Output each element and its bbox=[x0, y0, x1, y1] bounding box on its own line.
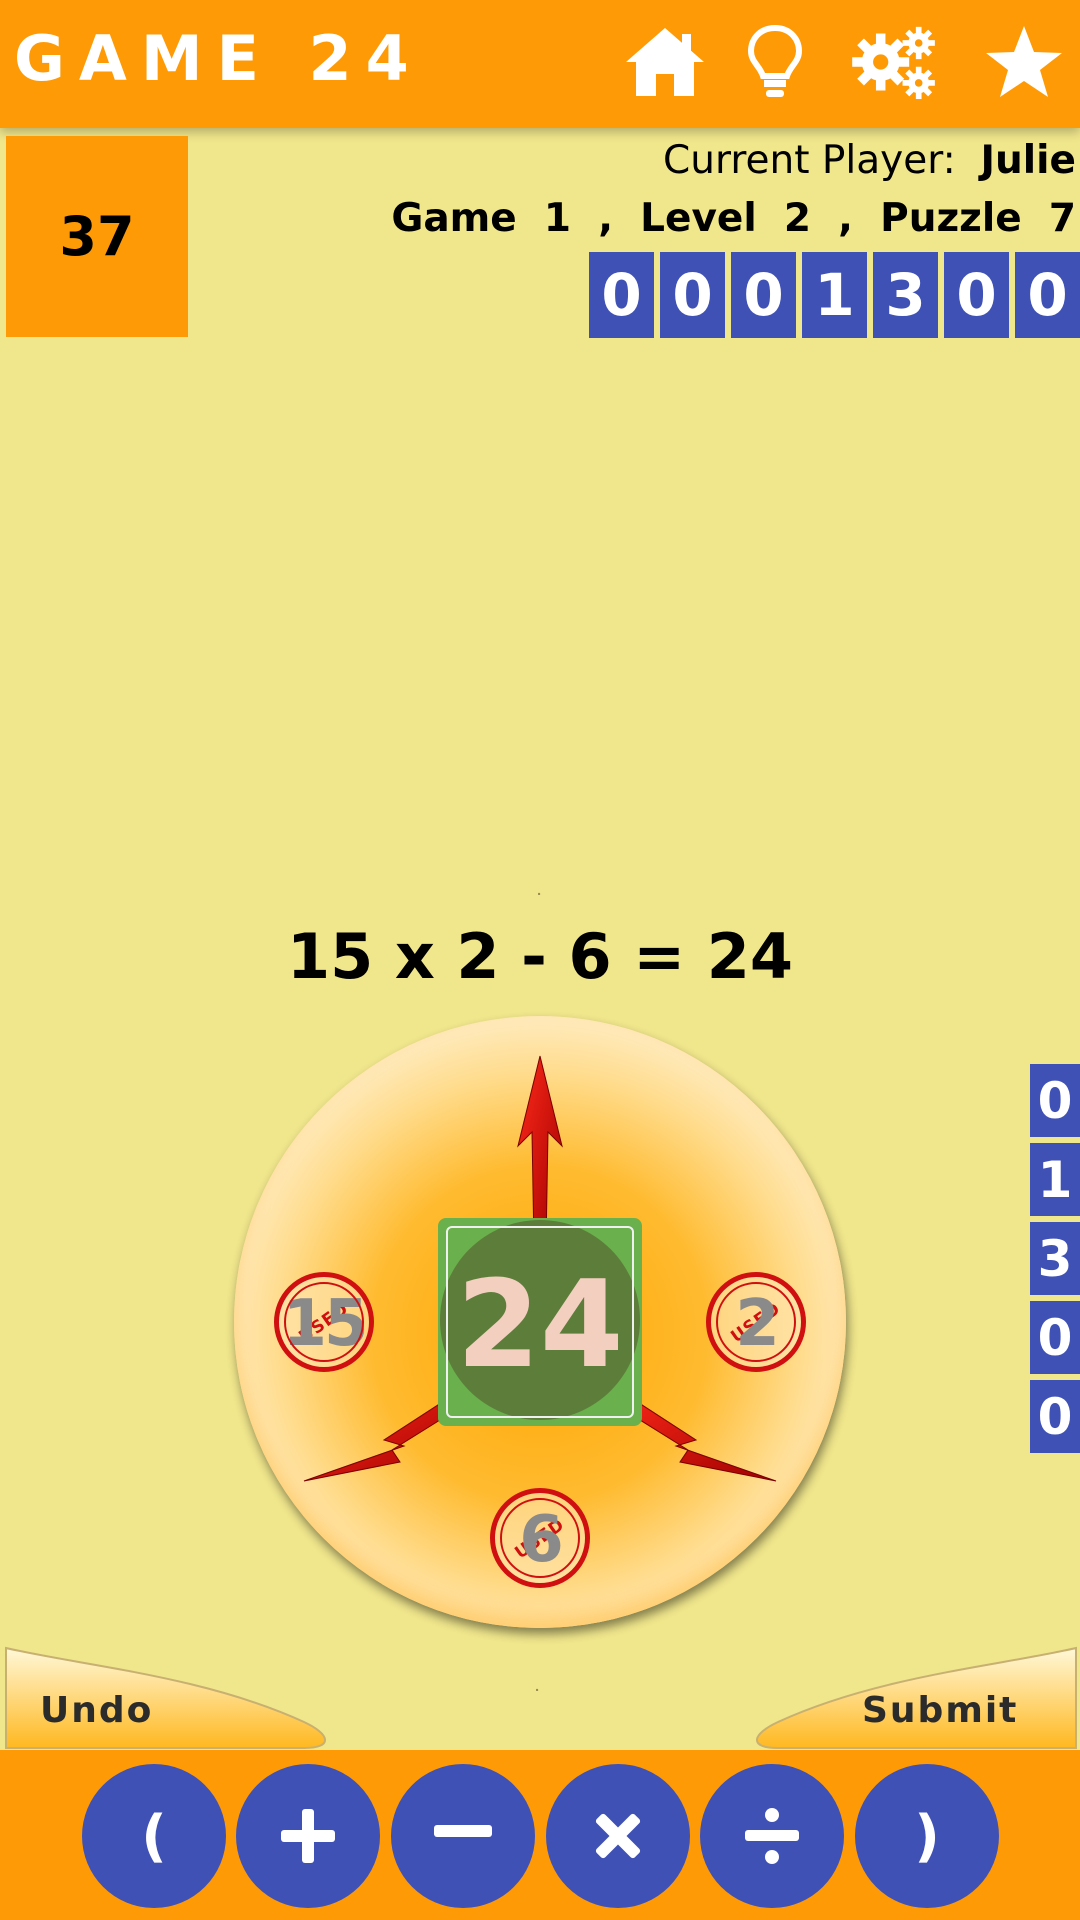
side-score-digit: 3 bbox=[1030, 1222, 1080, 1295]
minus-button[interactable] bbox=[391, 1764, 535, 1908]
home-icon[interactable] bbox=[622, 24, 708, 100]
token-value: 6 bbox=[519, 1503, 564, 1577]
timer-value: 37 bbox=[59, 205, 135, 268]
score-digit: 3 bbox=[873, 252, 938, 338]
number-token[interactable]: USED 15 bbox=[274, 1272, 374, 1372]
used-stamp: USED bbox=[511, 1514, 569, 1564]
lightbulb-icon[interactable] bbox=[732, 24, 818, 100]
decorative-dot: ⠄ bbox=[534, 1680, 545, 1696]
operator-bar: ( ) bbox=[0, 1750, 1080, 1920]
top-bar: GAME 24 bbox=[0, 0, 1080, 128]
token-value: 2 bbox=[735, 1287, 780, 1361]
token-value: 15 bbox=[282, 1287, 368, 1361]
star-icon[interactable] bbox=[984, 24, 1064, 100]
plus-button[interactable] bbox=[236, 1764, 380, 1908]
app-title: GAME 24 bbox=[14, 22, 423, 95]
close-paren-label: ) bbox=[914, 1803, 940, 1869]
minus-icon bbox=[434, 1825, 492, 1837]
player-name: Julie bbox=[980, 138, 1076, 183]
side-score-digit: 0 bbox=[1030, 1301, 1080, 1374]
undo-button[interactable]: Undo bbox=[4, 1646, 330, 1750]
score-digit: 0 bbox=[1015, 252, 1080, 338]
result-target[interactable]: 24 bbox=[438, 1218, 642, 1426]
timer-box: 37 bbox=[6, 136, 188, 337]
side-score-digit: 1 bbox=[1030, 1143, 1080, 1216]
submit-label: Submit bbox=[862, 1690, 1019, 1731]
gears-icon[interactable] bbox=[846, 24, 942, 100]
score-digit: 0 bbox=[944, 252, 1009, 338]
open-paren-label: ( bbox=[141, 1803, 167, 1869]
score-counter: 0 0 0 1 3 0 0 bbox=[589, 252, 1080, 338]
used-stamp: USED bbox=[295, 1298, 353, 1348]
player-label: Current Player: bbox=[663, 138, 956, 183]
game-level-puzzle: Game 1 , Level 2 , Puzzle 7 bbox=[391, 196, 1076, 241]
score-digit: 0 bbox=[731, 252, 796, 338]
side-score-digit: 0 bbox=[1030, 1064, 1080, 1137]
used-stamp: USED bbox=[727, 1298, 785, 1348]
times-button[interactable] bbox=[546, 1764, 690, 1908]
divide-button[interactable] bbox=[700, 1764, 844, 1908]
number-token[interactable]: USED 2 bbox=[706, 1272, 806, 1372]
times-icon bbox=[595, 1813, 641, 1859]
submit-button[interactable]: Submit bbox=[754, 1646, 1078, 1750]
score-digit: 1 bbox=[802, 252, 867, 338]
score-digit: 0 bbox=[589, 252, 654, 338]
score-digit: 0 bbox=[660, 252, 725, 338]
number-token[interactable]: USED 6 bbox=[490, 1488, 590, 1588]
decorative-dot: ⠄ bbox=[536, 884, 547, 900]
side-score-digit: 0 bbox=[1030, 1380, 1080, 1453]
equation-display: 15 x 2 - 6 = 24 bbox=[286, 920, 794, 993]
result-value: 24 bbox=[456, 1256, 624, 1395]
close-paren-button[interactable]: ) bbox=[855, 1764, 999, 1908]
plus-icon bbox=[281, 1809, 335, 1863]
divide-icon bbox=[745, 1808, 799, 1864]
undo-label: Undo bbox=[40, 1690, 154, 1731]
open-paren-button[interactable]: ( bbox=[82, 1764, 226, 1908]
side-score-counter: 0 1 3 0 0 bbox=[1030, 1064, 1080, 1453]
current-player-line: Current Player: Julie bbox=[663, 138, 1076, 183]
